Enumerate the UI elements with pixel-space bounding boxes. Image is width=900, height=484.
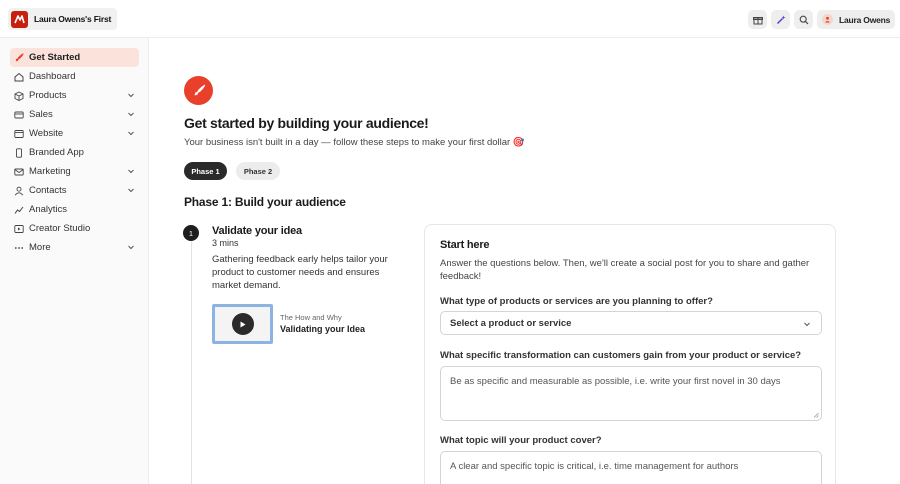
video-thumbnail[interactable] bbox=[212, 304, 273, 344]
sidebar-item-products[interactable]: Products bbox=[10, 86, 139, 105]
card-title: Start here bbox=[440, 239, 490, 251]
chevron-down-icon bbox=[128, 131, 134, 136]
step-duration: 3 mins bbox=[212, 238, 239, 248]
play-icon[interactable] bbox=[231, 313, 254, 335]
video-kicker: The How and Why bbox=[280, 313, 342, 322]
select-value: Select a product or service bbox=[450, 317, 572, 329]
mail-icon bbox=[14, 167, 24, 177]
sidebar-item-analytics[interactable]: Analytics bbox=[10, 200, 139, 219]
person-icon bbox=[14, 186, 24, 196]
phase-title: Phase 1: Build your audience bbox=[184, 195, 346, 209]
brand-switcher[interactable]: Laura Owens's First bbox=[8, 8, 118, 30]
sidebar-item-marketing[interactable]: Marketing bbox=[10, 162, 139, 181]
sidebar-item-more[interactable]: More bbox=[10, 238, 139, 257]
question-label: What topic will your product cover? bbox=[440, 435, 602, 446]
resize-handle-icon[interactable] bbox=[813, 412, 819, 418]
product-type-select[interactable]: Select a product or service bbox=[440, 311, 822, 335]
sidebar-item-label: Website bbox=[29, 128, 64, 139]
step-description: Gathering feedback early helps tailor yo… bbox=[212, 254, 388, 291]
sidebar-item-creator-studio[interactable]: Creator Studio bbox=[10, 219, 139, 238]
topic-textarea[interactable]: A clear and specific topic is critical, … bbox=[440, 451, 822, 484]
sidebar-item-label: More bbox=[29, 242, 51, 253]
gift-icon[interactable] bbox=[748, 10, 767, 29]
sidebar-item-label: Sales bbox=[29, 109, 53, 120]
rocket-icon bbox=[14, 52, 24, 63]
chevron-down-icon bbox=[128, 93, 134, 98]
user-menu[interactable]: Laura Owens bbox=[817, 10, 896, 29]
home-icon bbox=[14, 72, 24, 82]
avatar bbox=[822, 14, 833, 25]
sidebar-item-label: Marketing bbox=[29, 166, 71, 177]
search-icon[interactable] bbox=[794, 10, 813, 29]
textarea-placeholder: Be as specific and measurable as possibl… bbox=[450, 376, 781, 387]
sidebar-item-label: Get Started bbox=[29, 52, 81, 63]
textarea-placeholder: A clear and specific topic is critical, … bbox=[450, 461, 739, 472]
sidebar-item-get-started[interactable]: Get Started bbox=[10, 48, 139, 67]
sidebar-item-label: Creator Studio bbox=[29, 223, 91, 234]
chevron-down-icon bbox=[128, 188, 134, 193]
tab-phase-1[interactable]: Phase 1 bbox=[184, 162, 227, 180]
chevron-down-icon bbox=[128, 169, 134, 174]
brand-logo-icon bbox=[11, 10, 28, 28]
sidebar: Get Started Dashboard Products Sales Web… bbox=[0, 38, 149, 484]
magic-wand-icon[interactable] bbox=[771, 10, 790, 29]
sidebar-item-label: Analytics bbox=[29, 204, 68, 215]
transformation-textarea[interactable]: Be as specific and measurable as possibl… bbox=[440, 366, 822, 421]
sidebar-item-sales[interactable]: Sales bbox=[10, 105, 139, 124]
sidebar-item-label: Dashboard bbox=[29, 71, 76, 82]
user-name: Laura Owens bbox=[839, 14, 891, 25]
step-connector bbox=[191, 241, 192, 484]
dots-icon bbox=[14, 243, 24, 253]
video-title[interactable]: Validating your Idea bbox=[280, 324, 365, 334]
step-title: Validate your idea bbox=[212, 225, 302, 237]
card-icon bbox=[14, 110, 24, 120]
chevron-down-icon bbox=[128, 245, 134, 250]
question-label: What specific transformation can custome… bbox=[440, 350, 802, 361]
sidebar-item-label: Branded App bbox=[29, 147, 84, 158]
card-intro: Answer the questions below. Then, we'll … bbox=[440, 258, 810, 282]
sidebar-item-label: Products bbox=[29, 90, 67, 101]
tab-phase-2[interactable]: Phase 2 bbox=[236, 162, 280, 180]
chart-icon bbox=[14, 205, 24, 215]
sidebar-item-branded-app[interactable]: Branded App bbox=[10, 143, 139, 162]
sidebar-item-contacts[interactable]: Contacts bbox=[10, 181, 139, 200]
brand-name: Laura Owens's First bbox=[34, 14, 112, 24]
sidebar-item-dashboard[interactable]: Dashboard bbox=[10, 67, 139, 86]
top-bar: Laura Owens's First Laura Owens bbox=[0, 0, 900, 38]
box-icon bbox=[14, 90, 24, 101]
phone-icon bbox=[14, 147, 24, 158]
chevron-down-icon bbox=[128, 112, 134, 117]
main-content: Get started by building your audience! Y… bbox=[150, 39, 900, 484]
questionnaire-card: Start here Answer the questions below. T… bbox=[424, 224, 836, 484]
studio-icon bbox=[14, 224, 24, 234]
question-label: What type of products or services are yo… bbox=[440, 296, 713, 307]
page-title: Get started by building your audience! bbox=[184, 115, 429, 131]
rocket-icon bbox=[184, 76, 213, 105]
chevron-down-icon bbox=[804, 322, 810, 327]
window-icon bbox=[14, 129, 24, 139]
sidebar-item-label: Contacts bbox=[29, 185, 67, 196]
step-number-badge: 1 bbox=[183, 225, 199, 241]
sidebar-item-website[interactable]: Website bbox=[10, 124, 139, 143]
page-subtitle: Your business isn't built in a day — fol… bbox=[184, 137, 525, 148]
